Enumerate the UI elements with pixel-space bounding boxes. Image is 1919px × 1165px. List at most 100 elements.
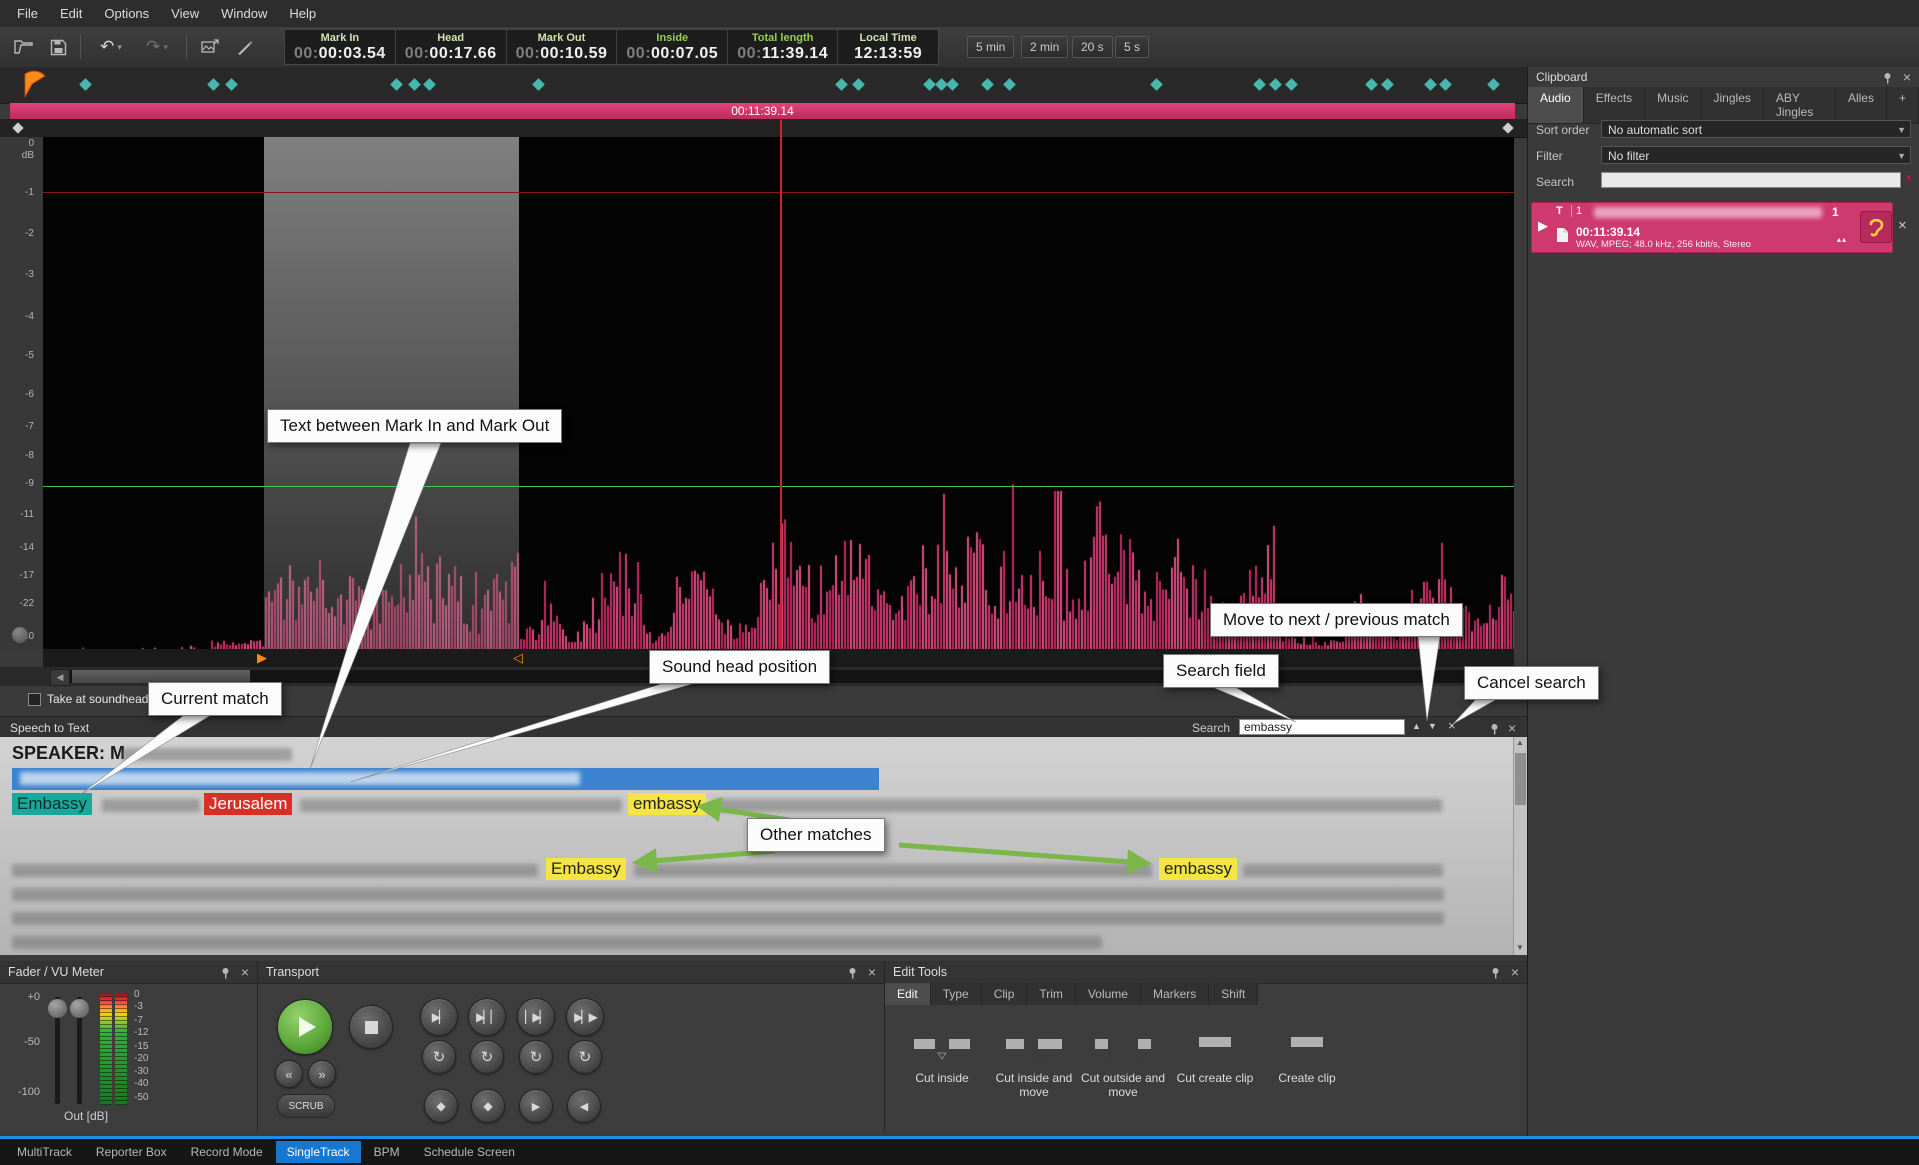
tool-cut-inside[interactable]: Cut inside <box>898 1031 986 1085</box>
soundhead-text-row[interactable] <box>12 768 879 790</box>
tab-edit[interactable]: Edit <box>885 983 931 1005</box>
goto-mark-in-button[interactable]: ◆ <box>424 1089 458 1123</box>
pin-icon[interactable] <box>1490 966 1501 984</box>
speech-search-input[interactable] <box>1239 719 1405 735</box>
marked-region[interactable] <box>264 137 519 649</box>
tool-cut-inside-move[interactable]: Cut inside and move <box>990 1031 1078 1099</box>
tab-clip[interactable]: Clip <box>982 983 1028 1005</box>
forward-button[interactable]: » <box>308 1060 336 1088</box>
close-icon[interactable]: × <box>1508 718 1516 738</box>
mini-ruler[interactable] <box>0 119 1527 138</box>
mark-out-field[interactable]: Mark Out 00:00:10.59 <box>507 30 618 64</box>
cue-marker-icon[interactable] <box>981 78 994 91</box>
export-button[interactable] <box>196 33 224 61</box>
step-forward-button[interactable]: ▶ <box>519 1089 553 1123</box>
waveform-view[interactable] <box>43 137 1514 649</box>
tool-create-clip[interactable]: Create clip <box>1263 1031 1351 1085</box>
taskbar-record-mode[interactable]: Record Mode <box>180 1141 274 1163</box>
entity-word[interactable]: Jerusalem <box>204 793 292 815</box>
cue-marker-icon[interactable] <box>1381 78 1394 91</box>
mark-out-flag-icon[interactable]: ◁ <box>513 650 523 666</box>
scrub-button[interactable]: SCRUB <box>277 1094 335 1118</box>
clipboard-clip-entry[interactable]: ▶ T 1 1 00:11:39.14 WAV, MPEG; 48.0 kHz,… <box>1531 202 1893 253</box>
marker-ruler[interactable] <box>0 67 1527 104</box>
fader-knob-left[interactable] <box>48 999 67 1018</box>
undo-button[interactable]: ↶ ▾ <box>92 33 130 61</box>
match-word-a[interactable]: embassy <box>628 793 706 815</box>
menu-window[interactable]: Window <box>210 2 278 25</box>
play-button[interactable] <box>277 999 333 1055</box>
zoom-5s-button[interactable]: 5 s <box>1115 36 1149 58</box>
cue-marker-icon[interactable] <box>532 78 545 91</box>
tab-jingles[interactable]: Jingles <box>1702 87 1764 123</box>
open-file-button[interactable] <box>10 33 38 61</box>
cue-marker-icon[interactable] <box>408 78 421 91</box>
taskbar-singletrack[interactable]: SingleTrack <box>276 1141 361 1163</box>
prelisten-button[interactable] <box>1860 211 1892 243</box>
match-word-b[interactable]: Embassy <box>546 858 626 880</box>
tab-volume[interactable]: Volume <box>1076 983 1141 1005</box>
soundhead-line[interactable] <box>780 120 782 649</box>
tab-aby-jingles[interactable]: ABY Jingles <box>1764 87 1836 123</box>
menu-view[interactable]: View <box>160 2 210 25</box>
close-icon[interactable]: × <box>241 962 249 982</box>
scroll-down-button[interactable]: ▼ <box>1516 943 1524 952</box>
tab-shift[interactable]: Shift <box>1209 983 1258 1005</box>
mark-in-field[interactable]: Mark In 00:00:03.54 <box>285 30 396 64</box>
loop-button-4[interactable]: ↻ <box>568 1040 602 1074</box>
scroll-thumb[interactable] <box>1515 753 1526 805</box>
fader-knob-right[interactable] <box>70 999 89 1018</box>
menu-file[interactable]: File <box>6 2 49 25</box>
match-word-c[interactable]: embassy <box>1159 858 1237 880</box>
tab-trim[interactable]: Trim <box>1027 983 1076 1005</box>
tab-effects[interactable]: Effects <box>1584 87 1645 123</box>
redo-button[interactable]: ↷ ▾ <box>138 33 176 61</box>
tool-cut-outside-move[interactable]: Cut outside and move <box>1079 1031 1167 1099</box>
cue-marker-icon[interactable] <box>1487 78 1500 91</box>
pin-icon[interactable] <box>847 966 858 984</box>
head-field[interactable]: Head 00:00:17.66 <box>396 30 507 64</box>
mark-in-flag-icon[interactable]: ▶ <box>257 650 267 666</box>
cancel-search-button[interactable]: × <box>1448 718 1456 733</box>
menu-edit[interactable]: Edit <box>49 2 93 25</box>
cue-marker-icon[interactable] <box>835 78 848 91</box>
position-bar[interactable]: 00:11:39.14 <box>10 103 1515 119</box>
loop-button-3[interactable]: ↻ <box>519 1040 553 1074</box>
pin-icon[interactable] <box>220 966 231 984</box>
cue-marker-icon[interactable] <box>1365 78 1378 91</box>
rewind-button[interactable]: « <box>275 1060 303 1088</box>
cue-marker-icon[interactable] <box>225 78 238 91</box>
cue-marker-icon[interactable] <box>1424 78 1437 91</box>
sort-order-dropdown[interactable]: No automatic sort ▼ <box>1601 120 1911 138</box>
clip-remove-icon[interactable]: × <box>1898 217 1907 234</box>
cue-marker-icon[interactable] <box>852 78 865 91</box>
clear-search-icon[interactable]: × <box>1905 170 1913 185</box>
taskbar-bpm[interactable]: BPM <box>363 1141 411 1163</box>
cue-marker-icon[interactable] <box>1150 78 1163 91</box>
cue-marker-icon[interactable] <box>207 78 220 91</box>
play-over-cut-button[interactable]: ▶▏▶ <box>566 998 604 1036</box>
cue-marker-icon[interactable] <box>423 78 436 91</box>
cue-marker-icon[interactable] <box>1003 78 1016 91</box>
clipboard-search-input[interactable] <box>1601 172 1901 188</box>
filter-dropdown[interactable]: No filter ▼ <box>1601 146 1911 164</box>
play-pause-button[interactable]: ▶▏▏ <box>468 998 506 1036</box>
cue-marker-icon[interactable] <box>1439 78 1452 91</box>
close-icon[interactable]: × <box>1903 67 1911 87</box>
tool-cut-create-clip[interactable]: Cut create clip <box>1171 1031 1259 1085</box>
scroll-left-button[interactable]: ◀ <box>50 669 70 686</box>
tab-markers[interactable]: Markers <box>1141 983 1209 1005</box>
stop-button[interactable] <box>349 1005 393 1049</box>
play-to-end-button[interactable]: ▶▏ <box>420 998 458 1036</box>
cue-marker-icon[interactable] <box>1269 78 1282 91</box>
scroll-up-button[interactable]: ▲ <box>1516 738 1524 747</box>
cue-marker-icon[interactable] <box>1253 78 1266 91</box>
waveform-corner-knob[interactable] <box>12 627 28 643</box>
taskbar-reporter-box[interactable]: Reporter Box <box>85 1141 178 1163</box>
current-match-word[interactable]: Embassy <box>12 793 92 815</box>
cue-marker-icon[interactable] <box>390 78 403 91</box>
inside-field[interactable]: Inside 00:00:07.05 <box>617 30 728 64</box>
close-icon[interactable]: × <box>1511 962 1519 982</box>
loop-button-2[interactable]: ↻ <box>470 1040 504 1074</box>
goto-mark-out-button[interactable]: ◆ <box>471 1089 505 1123</box>
